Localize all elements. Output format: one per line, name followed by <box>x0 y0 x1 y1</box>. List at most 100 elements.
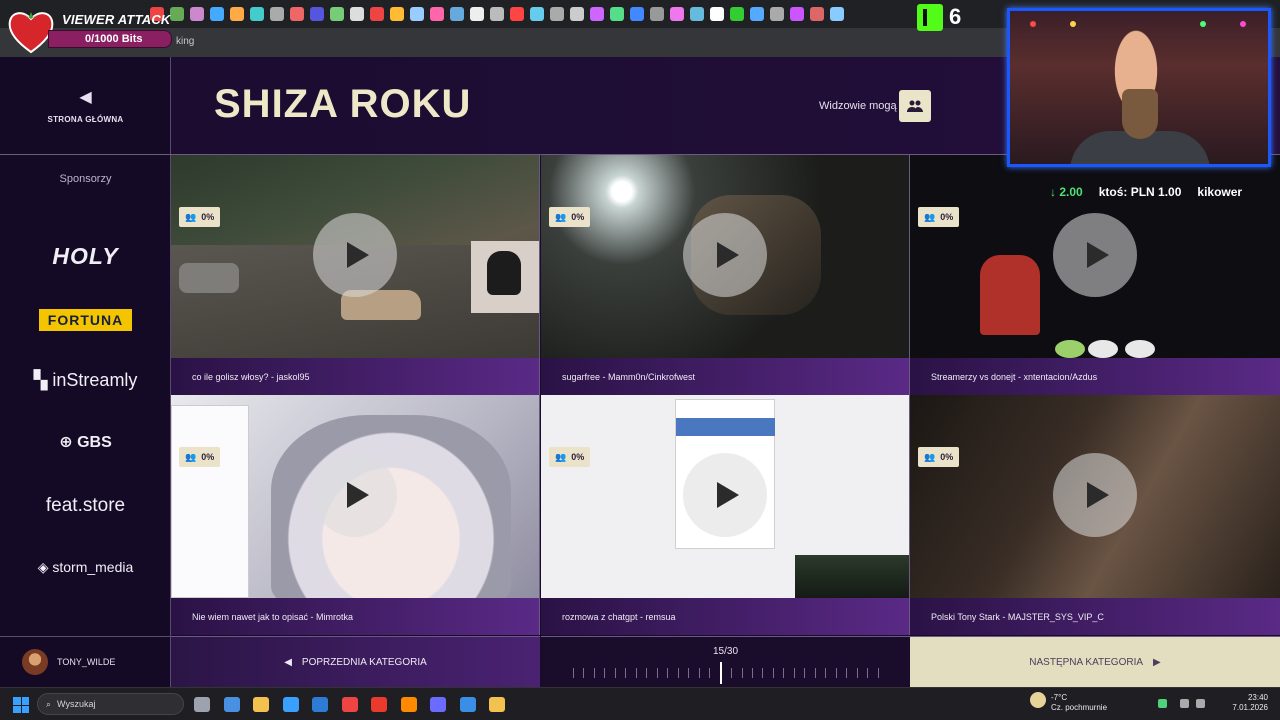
weather-widget[interactable]: -7°C Cz. pochmurnie <box>1051 693 1107 713</box>
bookmark-icon[interactable] <box>710 7 724 21</box>
windows-start-icon[interactable] <box>13 697 29 713</box>
bookmark-icon[interactable] <box>470 7 484 21</box>
sponsor-instreamly[interactable]: ▚ inStreamly <box>0 370 171 391</box>
home-link[interactable]: ◀ STRONA GŁÓWNA <box>0 57 171 155</box>
pager-tick[interactable] <box>614 668 616 678</box>
pager-tick[interactable] <box>783 668 785 678</box>
bookmark-icon[interactable] <box>410 7 424 21</box>
user-profile[interactable]: TONY_WILDE <box>0 636 171 687</box>
file-explorer-icon[interactable] <box>253 697 269 712</box>
play-button[interactable] <box>313 213 397 297</box>
pager-tick[interactable] <box>656 668 658 678</box>
video-card[interactable]: 👥 0% Nie wiem nawet jak to opisać - Mimro… <box>171 395 540 635</box>
bookmark-icon[interactable] <box>750 7 764 21</box>
pager-tick[interactable] <box>677 668 679 678</box>
task-view-icon[interactable] <box>194 697 210 712</box>
pager-tick[interactable] <box>804 668 806 678</box>
pager-tick[interactable] <box>877 668 879 678</box>
bookmark-icon[interactable] <box>490 7 504 21</box>
video-card[interactable]: 👥 0% rozmowa z chatgpt - remsua <box>541 395 910 635</box>
pager-tick-current[interactable] <box>719 662 722 684</box>
pager-tick[interactable] <box>698 668 700 678</box>
pager-tick[interactable] <box>583 668 585 678</box>
pager-tick[interactable] <box>709 668 711 678</box>
pager-tick[interactable] <box>635 668 637 678</box>
weather-icon[interactable] <box>1030 692 1046 708</box>
pager-tick[interactable] <box>856 668 858 678</box>
pager-tick[interactable] <box>731 668 733 678</box>
bookmark-icon[interactable] <box>650 7 664 21</box>
bookmark-icon[interactable] <box>310 7 324 21</box>
app-icon[interactable] <box>489 697 505 712</box>
mic-icon[interactable] <box>1158 699 1167 708</box>
video-card[interactable]: 👥 0% sugarfree - Mamm0n/Cinkrofwest <box>541 155 910 395</box>
discord-icon[interactable] <box>430 697 446 712</box>
play-button[interactable] <box>1053 213 1137 297</box>
category-pager[interactable]: 15/30 <box>541 636 910 687</box>
pager-tick[interactable] <box>688 668 690 678</box>
bookmark-icon[interactable] <box>350 7 364 21</box>
bookmark-icon[interactable] <box>430 7 444 21</box>
bookmark-icon[interactable] <box>670 7 684 21</box>
volume-icon[interactable] <box>1196 699 1205 708</box>
bookmark-icon[interactable] <box>590 7 604 21</box>
video-card[interactable]: 👥 0% Polski Tony Stark - MAJSTER_SYS_VIP_… <box>910 395 1280 635</box>
network-icon[interactable] <box>1180 699 1189 708</box>
pager-tick[interactable] <box>741 668 743 678</box>
sponsor-fortuna[interactable]: FORTUNA <box>0 309 171 331</box>
play-button[interactable] <box>683 213 767 297</box>
bookmark-icon[interactable] <box>190 7 204 21</box>
bookmark-icon[interactable] <box>250 7 264 21</box>
bookmark-icon[interactable] <box>230 7 244 21</box>
bookmark-icon[interactable] <box>330 7 344 21</box>
bookmark-icon[interactable] <box>390 7 404 21</box>
mail-icon[interactable] <box>312 697 328 712</box>
bookmark-icon[interactable] <box>770 7 784 21</box>
taskbar-search[interactable]: ⌕ Wyszukaj <box>37 693 184 715</box>
pager-tick[interactable] <box>793 668 795 678</box>
app-icon[interactable] <box>371 697 387 712</box>
sponsor-gbs[interactable]: ⊕ GBS <box>0 432 171 452</box>
widgets-icon[interactable] <box>223 697 240 712</box>
pager-tick[interactable] <box>646 668 648 678</box>
pager-ticks[interactable] <box>573 662 879 684</box>
pager-tick[interactable] <box>573 668 574 678</box>
bookmark-icon[interactable] <box>610 7 624 21</box>
pager-tick[interactable] <box>667 668 669 678</box>
store-icon[interactable] <box>282 697 299 712</box>
pager-tick[interactable] <box>604 668 606 678</box>
bookmark-icon[interactable] <box>270 7 284 21</box>
pager-tick[interactable] <box>835 668 837 678</box>
play-button[interactable] <box>683 453 767 537</box>
pager-tick[interactable] <box>772 668 774 678</box>
sponsor-storm-media[interactable]: ◈ storm_media <box>0 559 171 576</box>
bookmark-icon[interactable] <box>810 7 824 21</box>
pager-tick[interactable] <box>814 668 816 678</box>
previous-category-button[interactable]: ◀ POPRZEDNIA KATEGORIA <box>171 636 540 687</box>
play-button[interactable] <box>313 453 397 537</box>
system-clock[interactable]: 23:40 7.01.2026 <box>1220 693 1268 713</box>
pager-tick[interactable] <box>846 668 848 678</box>
viewers-button[interactable] <box>899 90 931 122</box>
bookmark-icon[interactable] <box>290 7 304 21</box>
pager-tick[interactable] <box>625 668 627 678</box>
pager-tick[interactable] <box>867 668 869 678</box>
bookmark-icon[interactable] <box>370 7 384 21</box>
bookmark-icon[interactable] <box>630 7 644 21</box>
bookmark-icon[interactable] <box>830 7 844 21</box>
bookmark-icon[interactable] <box>510 7 524 21</box>
video-card[interactable]: 👥 0% co ile golisz włosy? - jaskol95 <box>171 155 540 395</box>
sponsor-holy[interactable]: HOLY <box>0 243 171 270</box>
bookmark-icon[interactable] <box>210 7 224 21</box>
pager-tick[interactable] <box>593 668 595 678</box>
next-category-button[interactable]: NASTĘPNA KATEGORIA ▶ <box>910 636 1280 687</box>
pager-tick[interactable] <box>751 668 753 678</box>
bookmark-icon[interactable] <box>530 7 544 21</box>
bookmark-icon[interactable] <box>690 7 704 21</box>
bookmark-icon[interactable] <box>450 7 464 21</box>
firefox-icon[interactable] <box>400 697 417 712</box>
bookmark-icon[interactable] <box>730 7 744 21</box>
play-button[interactable] <box>1053 453 1137 537</box>
bookmark-icon[interactable] <box>550 7 564 21</box>
chrome-icon[interactable] <box>341 697 358 712</box>
